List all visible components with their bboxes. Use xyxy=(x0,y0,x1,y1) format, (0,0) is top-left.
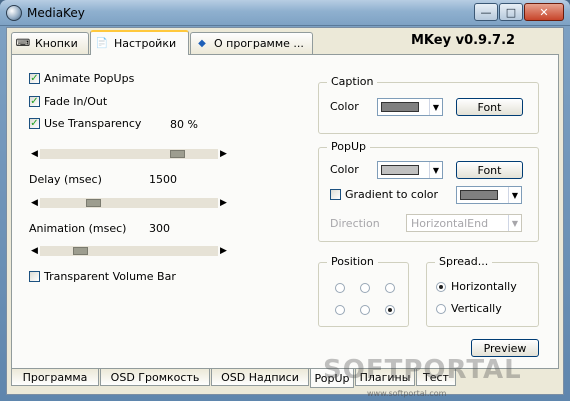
minimize-button[interactable]: — xyxy=(474,3,498,21)
check-icon: ✓ xyxy=(29,118,40,129)
arrow-right-icon[interactable]: ▶ xyxy=(219,198,228,208)
tab-label: Настройки xyxy=(114,37,177,50)
slider-thumb[interactable] xyxy=(170,150,186,158)
version-label: MKey v0.9.7.2 xyxy=(411,33,516,48)
delay-slider[interactable]: ◀ ▶ xyxy=(30,198,228,208)
popup-font-button[interactable]: Font xyxy=(456,161,523,179)
animation-slider[interactable]: ◀ ▶ xyxy=(30,246,228,256)
arrow-left-icon[interactable]: ◀ xyxy=(30,246,39,256)
animate-popups-label: Animate PopUps xyxy=(44,72,135,85)
chevron-down-icon[interactable]: ▼ xyxy=(508,215,521,231)
tab-about[interactable]: ◆ О программе ... xyxy=(190,32,313,54)
transparent-volume-bar-label: Transparent Volume Bar xyxy=(44,270,176,283)
app-window: MediaKey — □ ✕ ⌨ Кнопки 📄 Настройки ◆ О … xyxy=(0,0,570,401)
direction-label: Direction xyxy=(330,217,380,230)
delay-label: Delay (msec) xyxy=(29,173,102,186)
caption-font-button[interactable]: Font xyxy=(456,98,523,116)
horizontally-label: Horizontally xyxy=(451,280,517,293)
app-icon xyxy=(6,5,22,21)
direction-dropdown[interactable]: HorizontalEnd ▼ xyxy=(406,214,522,232)
minimize-icon: — xyxy=(480,5,492,19)
maximize-button[interactable]: □ xyxy=(499,3,523,21)
window-title: MediaKey xyxy=(27,6,85,20)
horizontally-radio[interactable] xyxy=(436,282,446,292)
spread-group: Spread... Horizontally Vertically xyxy=(426,255,539,327)
position-radio[interactable] xyxy=(335,283,345,293)
use-transparency-checkbox[interactable]: ✓ Use Transparency xyxy=(29,117,141,130)
position-group-title: Position xyxy=(327,255,378,268)
popup-group-title: PopUp xyxy=(327,140,370,153)
delay-value: 1500 xyxy=(149,173,177,186)
gradient-color-swatch xyxy=(460,190,498,200)
tab-buttons[interactable]: ⌨ Кнопки xyxy=(11,32,89,54)
tab-label: Кнопки xyxy=(35,37,78,50)
settings-icon: 📄 xyxy=(95,38,109,49)
position-radio[interactable] xyxy=(385,305,395,315)
position-radio[interactable] xyxy=(385,283,395,293)
checkbox-box xyxy=(330,189,341,200)
checkbox-box xyxy=(29,271,40,282)
arrow-left-icon[interactable]: ◀ xyxy=(30,198,39,208)
watermark-url: www.softportal.com xyxy=(367,389,447,398)
animate-popups-checkbox[interactable]: ✓ Animate PopUps xyxy=(29,72,134,85)
slider-track xyxy=(40,246,218,256)
info-icon: ◆ xyxy=(198,38,206,49)
transparent-volume-bar-checkbox[interactable]: Transparent Volume Bar xyxy=(29,270,176,283)
vertically-radio[interactable] xyxy=(436,304,446,314)
close-button[interactable]: ✕ xyxy=(524,3,564,21)
caption-group: Caption Color ▼ Font xyxy=(318,75,539,134)
check-icon: ✓ xyxy=(29,73,40,84)
animation-label: Animation (msec) xyxy=(29,222,127,235)
arrow-left-icon[interactable]: ◀ xyxy=(30,149,39,159)
transparency-number: 80 xyxy=(170,118,184,131)
tab-settings[interactable]: 📄 Настройки xyxy=(90,30,189,55)
chevron-down-icon[interactable]: ▼ xyxy=(429,99,442,115)
caption-color-dropdown[interactable]: ▼ xyxy=(377,98,443,116)
transparency-value: 80 % xyxy=(170,118,198,131)
slider-thumb[interactable] xyxy=(85,199,101,207)
caption-color-label: Color xyxy=(330,100,359,113)
position-radio[interactable] xyxy=(360,283,370,293)
arrow-right-icon[interactable]: ▶ xyxy=(219,246,228,256)
animation-value: 300 xyxy=(149,222,170,235)
position-radio[interactable] xyxy=(360,305,370,315)
chevron-down-icon[interactable]: ▼ xyxy=(508,187,521,203)
close-icon: ✕ xyxy=(539,5,549,19)
transparency-slider[interactable]: ◀ ▶ xyxy=(30,149,228,159)
maximize-icon: □ xyxy=(505,5,517,19)
position-radio[interactable] xyxy=(335,305,345,315)
settings-panel: ✓ Animate PopUps ✓ Fade In/Out ✓ Use Tra… xyxy=(11,54,559,369)
caption-group-title: Caption xyxy=(327,75,378,88)
position-group: Position xyxy=(318,255,409,327)
fade-inout-label: Fade In/Out xyxy=(44,95,108,108)
tab-osd-labels[interactable]: OSD Надписи xyxy=(211,369,309,386)
popup-color-dropdown[interactable]: ▼ xyxy=(377,161,443,179)
slider-track xyxy=(40,198,218,208)
title-bar[interactable]: MediaKey — □ ✕ xyxy=(0,0,570,26)
chevron-down-icon[interactable]: ▼ xyxy=(429,162,442,178)
tab-osd-volume[interactable]: OSD Громкость xyxy=(100,369,210,386)
caption-color-swatch xyxy=(381,102,419,112)
gradient-checkbox[interactable]: Gradient to color xyxy=(330,188,438,201)
tab-program[interactable]: Программа xyxy=(11,369,99,386)
slider-thumb[interactable] xyxy=(72,247,88,255)
arrow-right-icon[interactable]: ▶ xyxy=(219,149,228,159)
client-area: ⌨ Кнопки 📄 Настройки ◆ О программе ... M… xyxy=(6,27,564,395)
gradient-color-dropdown[interactable]: ▼ xyxy=(456,186,522,204)
vertically-label: Vertically xyxy=(451,302,502,315)
use-transparency-label: Use Transparency xyxy=(44,117,142,130)
fade-inout-checkbox[interactable]: ✓ Fade In/Out xyxy=(29,95,107,108)
check-icon: ✓ xyxy=(29,96,40,107)
popup-group: PopUp Color ▼ Font Gradient to color ▼ D… xyxy=(318,140,539,242)
keyboard-icon: ⌨ xyxy=(15,38,31,49)
direction-value: HorizontalEnd xyxy=(411,216,489,230)
tab-label: О программе ... xyxy=(214,37,304,50)
spread-group-title: Spread... xyxy=(435,255,493,268)
gradient-label: Gradient to color xyxy=(345,188,439,201)
slider-track xyxy=(40,149,218,159)
watermark-logo: SOFTPORTAL xyxy=(323,355,522,385)
transparency-unit: % xyxy=(187,118,198,131)
popup-color-label: Color xyxy=(330,163,359,176)
popup-color-swatch xyxy=(381,165,419,175)
